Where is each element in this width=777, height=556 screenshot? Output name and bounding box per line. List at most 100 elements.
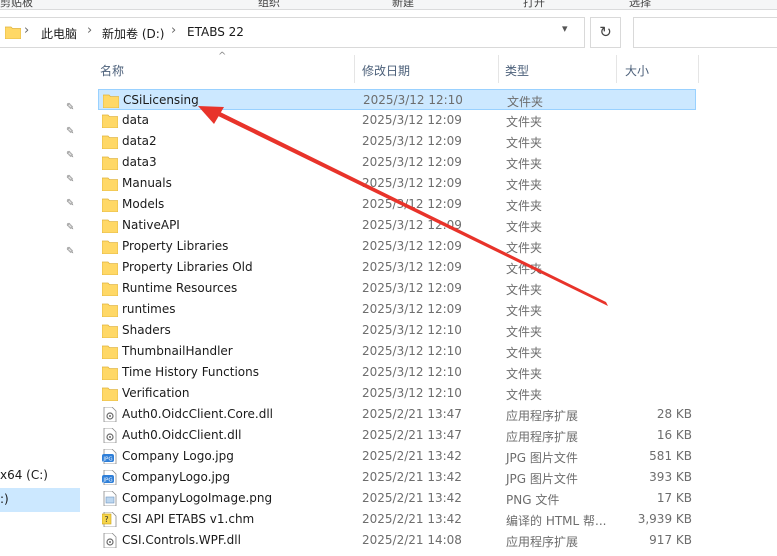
file-row[interactable]: JPG Company Logo.jpg 2025/2/21 13:42 JPG 图片… <box>98 446 696 467</box>
refresh-icon: ↻ <box>599 23 612 41</box>
breadcrumb-this-pc[interactable]: 此电脑 <box>41 25 77 42</box>
folder-icon <box>101 386 119 402</box>
folder-icon <box>101 323 119 339</box>
file-row[interactable]: Time History Functions 2025/3/12 12:10 文件夹 <box>98 362 696 383</box>
column-divider[interactable] <box>498 55 499 83</box>
column-type[interactable]: 类型 <box>505 62 529 79</box>
file-date: 2025/2/21 13:47 <box>362 407 462 421</box>
breadcrumb-etabs-22[interactable]: ETABS 22 <box>187 25 244 39</box>
search-input[interactable] <box>633 17 777 48</box>
ribbon-select-label: 选择 <box>629 0 651 9</box>
file-name: data2 <box>122 134 157 148</box>
file-size: 17 KB <box>656 491 692 505</box>
folder-icon <box>101 239 119 255</box>
chevron-right-icon[interactable]: › <box>87 23 92 38</box>
file-date: 2025/2/21 13:47 <box>362 428 462 442</box>
nav-drive-c[interactable]: x64 (C:) <box>0 468 48 482</box>
folder-icon <box>101 365 119 381</box>
folder-icon <box>101 197 119 213</box>
file-row[interactable]: data2 2025/3/12 12:09 文件夹 <box>98 131 696 152</box>
pin-icon[interactable]: ✎ <box>66 151 76 161</box>
pin-icon[interactable]: ✎ <box>66 223 76 233</box>
file-row[interactable]: Verification 2025/3/12 12:10 文件夹 <box>98 383 696 404</box>
pin-icon[interactable]: ✎ <box>66 247 76 257</box>
column-divider[interactable] <box>698 55 699 83</box>
address-bar[interactable]: › 此电脑 › 新加卷 (D:) › ETABS 22 ▾ <box>0 17 585 48</box>
file-name: Verification <box>122 386 190 400</box>
file-name: CSiLicensing <box>123 93 199 107</box>
file-date: 2025/3/12 12:09 <box>362 239 462 253</box>
nav-drive-selected-label: :) <box>0 492 9 506</box>
file-row[interactable]: Models 2025/3/12 12:09 文件夹 <box>98 194 696 215</box>
file-date: 2025/3/12 12:09 <box>362 155 462 169</box>
file-row[interactable]: Auth0.OidcClient.Core.dll 2025/2/21 13:47… <box>98 404 696 425</box>
file-date: 2025/3/12 12:09 <box>362 260 462 274</box>
pin-icon[interactable]: ✎ <box>66 175 76 185</box>
file-row[interactable]: Runtime Resources 2025/3/12 12:09 文件夹 <box>98 278 696 299</box>
folder-icon <box>101 134 119 150</box>
file-type: 文件夹 <box>506 199 543 213</box>
file-row[interactable]: CSiLicensing 2025/3/12 12:10 文件夹 <box>98 89 696 110</box>
column-divider[interactable] <box>616 55 617 83</box>
column-divider[interactable] <box>354 55 355 83</box>
file-name: data3 <box>122 155 157 169</box>
file-type: JPG 图片文件 <box>506 472 578 486</box>
file-name: Property Libraries Old <box>122 260 253 274</box>
chevron-right-icon[interactable]: › <box>171 23 176 38</box>
file-type: 文件夹 <box>506 115 543 129</box>
file-name: Company Logo.jpg <box>122 449 234 463</box>
breadcrumb-drive-d[interactable]: 新加卷 (D:) <box>102 25 164 42</box>
file-name: NativeAPI <box>122 218 180 232</box>
file-date: 2025/3/12 12:09 <box>362 197 462 211</box>
file-type: 应用程序扩展 <box>506 409 579 423</box>
file-row[interactable]: data3 2025/3/12 12:09 文件夹 <box>98 152 696 173</box>
pin-icon[interactable]: ✎ <box>66 103 76 113</box>
file-type: 文件夹 <box>506 367 543 381</box>
file-name: Time History Functions <box>122 365 259 379</box>
file-row[interactable]: Property Libraries 2025/3/12 12:09 文件夹 <box>98 236 696 257</box>
file-name: Property Libraries <box>122 239 229 253</box>
file-row[interactable]: Auth0.OidcClient.dll 2025/2/21 13:47 应用程序扩… <box>98 425 696 446</box>
refresh-button[interactable]: ↻ <box>590 17 621 48</box>
chevron-down-icon[interactable]: ▾ <box>562 22 568 35</box>
file-name: CompanyLogo.jpg <box>122 470 231 484</box>
file-row[interactable]: CSI.Controls.WPF.dll 2025/2/21 14:08 应用程序扩… <box>98 530 696 551</box>
column-date[interactable]: 修改日期 <box>362 62 410 79</box>
folder-icon <box>101 113 119 129</box>
file-type: 文件夹 <box>506 178 543 192</box>
file-name: CSI.Controls.WPF.dll <box>122 533 241 547</box>
file-type: 文件夹 <box>506 262 543 276</box>
file-date: 2025/3/12 12:09 <box>362 281 462 295</box>
nav-drive-selected[interactable]: :) <box>0 488 80 512</box>
dll-icon <box>102 532 118 549</box>
ribbon-clipboard-label: 剪贴板 <box>0 0 33 9</box>
file-row[interactable]: data 2025/3/12 12:09 文件夹 <box>98 110 696 131</box>
chm-icon: ? <box>101 511 118 528</box>
file-row[interactable]: NativeAPI 2025/3/12 12:09 文件夹 <box>98 215 696 236</box>
file-row[interactable]: Shaders 2025/3/12 12:10 文件夹 <box>98 320 696 341</box>
svg-text:?: ? <box>104 515 108 524</box>
column-size[interactable]: 大小 <box>625 62 649 79</box>
file-row[interactable]: ThumbnailHandler 2025/3/12 12:10 文件夹 <box>98 341 696 362</box>
file-row[interactable]: ? CSI API ETABS v1.chm 2025/2/21 13:42 编译的 … <box>98 509 696 530</box>
file-row[interactable]: Property Libraries Old 2025/3/12 12:09 文件夹 <box>98 257 696 278</box>
file-row[interactable]: runtimes 2025/3/12 12:09 文件夹 <box>98 299 696 320</box>
file-name: Auth0.OidcClient.dll <box>122 428 242 442</box>
file-type: 文件夹 <box>506 136 543 150</box>
file-row[interactable]: CompanyLogoImage.png 2025/2/21 13:42 PNG 文… <box>98 488 696 509</box>
file-type: 文件夹 <box>506 157 543 171</box>
file-date: 2025/3/12 12:09 <box>362 176 462 190</box>
svg-text:JPG: JPG <box>102 478 112 484</box>
folder-icon <box>101 281 119 297</box>
folder-icon <box>101 155 119 171</box>
file-date: 2025/3/12 12:09 <box>362 302 462 316</box>
folder-icon <box>101 176 119 192</box>
pin-icon[interactable]: ✎ <box>66 127 76 137</box>
file-size: 917 KB <box>649 533 692 547</box>
file-row[interactable]: JPG CompanyLogo.jpg 2025/2/21 13:42 JPG 图片文… <box>98 467 696 488</box>
column-name[interactable]: 名称 <box>100 62 124 79</box>
file-type: PNG 文件 <box>506 493 560 507</box>
file-row[interactable]: Manuals 2025/3/12 12:09 文件夹 <box>98 173 696 194</box>
file-type: 应用程序扩展 <box>506 430 579 444</box>
pin-icon[interactable]: ✎ <box>66 199 76 209</box>
